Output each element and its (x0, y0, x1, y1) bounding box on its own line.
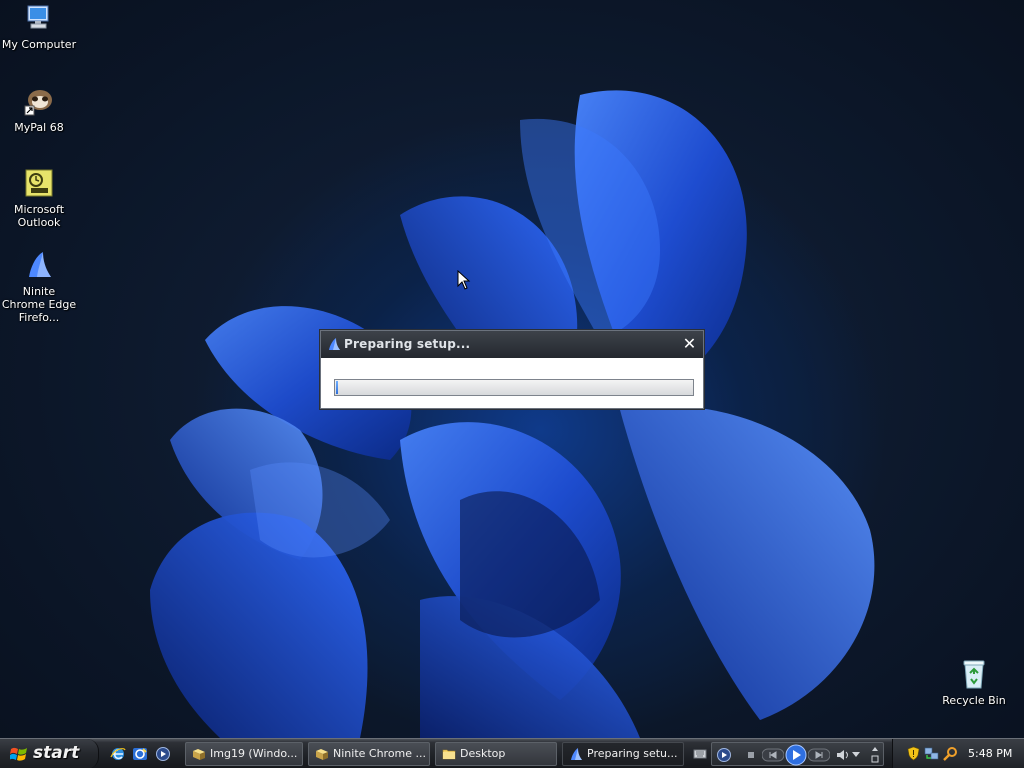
dialog-body (321, 358, 703, 408)
outlook-icon (23, 167, 55, 199)
desktop-icon-my-computer[interactable]: My Computer (0, 2, 78, 51)
desktop-icon-label: Recycle Bin (942, 694, 1006, 707)
taskbar-button-desktop[interactable]: Desktop (435, 742, 557, 766)
system-tray: 5:48 PM (892, 739, 1024, 768)
taskbar: start Img19 (Windo... Ninite Chrome ... (0, 738, 1024, 768)
desktop-icon-label: Microsoft Outlook (13, 203, 65, 229)
ninite-icon (23, 249, 55, 281)
chevron-down-icon[interactable] (852, 752, 860, 758)
keyboard-icon[interactable] (693, 747, 707, 761)
taskbar-button-label: Ninite Chrome ... (333, 747, 427, 760)
media-player-toolbar (711, 742, 884, 766)
desktop-icon-mypal[interactable]: MyPal 68 (0, 85, 78, 134)
desktop-icon-label: MyPal 68 (14, 121, 64, 134)
play-icon[interactable] (785, 744, 807, 766)
taskbar-button-preparing-setup[interactable]: Preparing setu... (562, 742, 684, 766)
desktop-icon-ninite[interactable]: Ninite Chrome Edge Firefo... (0, 249, 78, 324)
stop-icon[interactable] (746, 750, 756, 760)
setup-dialog: Preparing setup... ✕ (319, 329, 705, 410)
close-button[interactable]: ✕ (681, 336, 698, 353)
progress-bar-fill (336, 381, 338, 394)
mouse-cursor-icon (457, 270, 471, 290)
taskbar-button-img19[interactable]: Img19 (Windo... (185, 742, 303, 766)
volume-icon[interactable] (836, 749, 850, 761)
desktop-icon-label: Ninite Chrome Edge Firefo... (1, 285, 77, 324)
desktop-icon-outlook[interactable]: Microsoft Outlook (0, 167, 78, 229)
search-icon[interactable] (943, 746, 958, 761)
previous-icon[interactable] (762, 748, 784, 762)
computer-icon (23, 2, 55, 34)
network-icon[interactable] (924, 746, 939, 761)
media-player-icon[interactable] (716, 747, 732, 763)
recycle-bin-icon (958, 658, 990, 690)
clock[interactable]: 5:48 PM (968, 747, 1012, 760)
start-button[interactable]: start (0, 739, 99, 768)
dialog-title: Preparing setup... (344, 337, 471, 351)
taskbar-button-ninite[interactable]: Ninite Chrome ... (308, 742, 430, 766)
ninite-icon (329, 338, 340, 350)
desktop-icon-label: My Computer (1, 38, 77, 51)
internet-explorer-icon[interactable] (110, 746, 126, 762)
folder-icon (442, 749, 456, 760)
taskbar-button-label: Img19 (Windo... (210, 747, 298, 760)
media-player-icon[interactable] (155, 746, 171, 762)
next-icon[interactable] (808, 748, 830, 762)
desktop-icon-recycle-bin[interactable]: Recycle Bin (935, 658, 1013, 707)
progress-bar (334, 379, 694, 396)
restore-icon[interactable] (870, 745, 880, 765)
outlook-express-icon[interactable] (132, 746, 148, 762)
mypal-icon (23, 85, 55, 117)
windows-flag-icon (10, 747, 27, 761)
taskbar-button-label: Preparing setu... (587, 747, 678, 760)
start-label: start (33, 743, 80, 763)
ninite-icon (571, 748, 582, 760)
dialog-titlebar[interactable]: Preparing setup... ✕ (321, 331, 703, 358)
app-icon (193, 749, 205, 760)
taskbar-button-label: Desktop (460, 747, 506, 760)
security-shield-icon[interactable] (906, 746, 921, 761)
app-icon (316, 749, 328, 760)
